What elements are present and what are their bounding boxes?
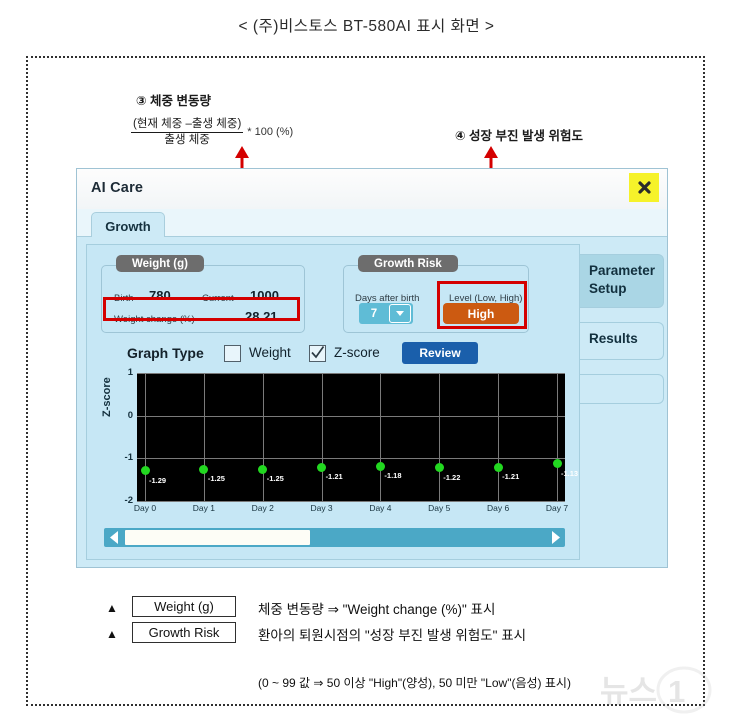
chart-point-label: -1.25 (207, 474, 225, 483)
chart-gridline-v (557, 373, 558, 501)
svg-text:1: 1 (668, 674, 685, 709)
zscore-chart: Z-score 1 0 -1 -2 -1.29 -1.25 -1.25 -1.21 -1.18… (101, 367, 578, 518)
legend-text-growth-risk: 환아의 퇴원시점의 "성장 부진 발생 위험도" 표시 (258, 628, 527, 643)
chart-xtick-label: Day 5 (428, 503, 451, 513)
legend-box-growth-risk: Growth Risk (132, 622, 236, 643)
formula-tail: * 100 (%) (247, 126, 294, 139)
chart-xtick-label: Day 4 (369, 503, 392, 513)
highlight-risk-level (437, 281, 527, 329)
days-after-birth-select[interactable]: 7 (359, 303, 413, 324)
formula-numerator: (현재 체중 –출생 체중) (131, 118, 244, 133)
chart-gridline-v (439, 373, 441, 501)
chart-horizontal-scrollbar[interactable] (104, 528, 565, 547)
tab-strip: Growth (77, 209, 667, 239)
chart-ytick-label: -2 (124, 495, 133, 506)
annotation-weight-change-title: ③ 체중 변동량 (136, 94, 212, 108)
graph-type-row: Graph Type Weight Z-score Review (87, 341, 579, 367)
chart-gridline-h (137, 501, 565, 502)
close-button[interactable] (629, 173, 659, 202)
figure-caption: < (주)비스토스 BT-580AI 표시 화면 > (238, 18, 495, 35)
window-titlebar: AI Care (77, 169, 667, 210)
chart-gridline-v (380, 373, 382, 501)
legend-notes: ▲ Weight (g) 체중 변동량 ⇒ "Weight change (%)… (106, 596, 676, 690)
sidetab-extra[interactable] (580, 374, 664, 404)
legend-box-weight: Weight (g) (132, 596, 236, 617)
annotation-weight-change-formula: (현재 체중 –출생 체중) 출생 체중 * 100 (%) (131, 118, 293, 147)
checkbox-weight[interactable] (224, 345, 241, 362)
chart-xtick-label: Day 6 (487, 503, 510, 513)
highlight-weight-change (103, 297, 300, 321)
chart-point-label: -1.29 (149, 475, 167, 485)
chart-point-label: -1.21 (502, 472, 520, 482)
triangle-left-icon[interactable] (104, 528, 124, 547)
news-watermark: 뉴스 1 (596, 666, 716, 714)
chart-data-point (434, 463, 444, 473)
chart-xtick-label: Day 3 (310, 503, 333, 513)
triangle-marker-icon: ▲ (106, 601, 118, 615)
chart-ytick-label: -1 (124, 452, 133, 464)
chart-gridline-v (321, 373, 323, 501)
check-icon (311, 346, 325, 359)
chart-data-point (199, 464, 209, 474)
annotation-growth-risk-title: ④ 성장 부진 발생 위험도 (455, 129, 583, 143)
formula-denominator: 출생 체중 (164, 133, 210, 146)
close-x-icon (637, 181, 651, 194)
chevron-down-icon[interactable] (389, 304, 411, 323)
ai-care-window: AI Care Growth Weight (g) Birth 780 Curr… (76, 168, 668, 568)
legend-row-growth-risk: ▲ Growth Risk 환아의 퇴원시점의 "성장 부진 발생 위험도" 표… (106, 622, 676, 690)
chart-xtick-label: Day 1 (192, 503, 215, 513)
graph-type-label: Graph Type (127, 345, 204, 361)
triangle-right-icon[interactable] (545, 528, 565, 547)
legend-row-weight: ▲ Weight (g) 체중 변동량 ⇒ "Weight change (%)… (106, 596, 676, 622)
scrollbar-thumb[interactable] (125, 530, 310, 545)
chart-gridline-h (137, 373, 565, 374)
chart-data-point (552, 459, 562, 469)
chart-ylabel: Z-score (101, 377, 113, 417)
chart-gridline-h (137, 415, 565, 417)
growth-panel: Weight (g) Birth 780 Current 1000 Weight… (86, 244, 580, 560)
chart-gridline-v (203, 373, 205, 501)
chart-gridline-v (145, 373, 146, 501)
sidetab-parameter-setup[interactable]: Parameter Setup (580, 254, 664, 308)
chart-data-point (493, 462, 503, 472)
checkbox-zscore-label: Z-score (334, 345, 380, 360)
chart-data-point (317, 462, 327, 472)
window-body: Weight (g) Birth 780 Current 1000 Weight… (77, 237, 667, 567)
chart-xtick-label: Day 2 (251, 503, 274, 513)
tab-growth[interactable]: Growth (91, 212, 165, 239)
side-tab-group: Parameter Setup Results (580, 244, 664, 560)
legend-subtext-growth-risk: (0 ~ 99 값 ⇒ 50 이상 "High"(양성), 50 미만 "Low… (258, 676, 571, 690)
chart-plot-area: -1.29 -1.25 -1.25 -1.21 -1.18 -1.22 -1.21 -1.13 (137, 373, 578, 502)
svg-text:뉴스: 뉴스 (600, 674, 657, 709)
chart-gridline-h (137, 458, 565, 460)
chart-point-label: -1.18 (384, 471, 402, 480)
window-title: AI Care (91, 180, 144, 196)
chart-point-label: -1.25 (266, 474, 284, 483)
chart-ytick-label: 0 (127, 409, 133, 421)
triangle-marker-icon: ▲ (106, 627, 118, 641)
chart-data-point (375, 461, 385, 471)
checkbox-zscore[interactable] (309, 345, 326, 362)
chart-point-label: -1.22 (443, 472, 461, 482)
chart-gridline-v (262, 373, 264, 501)
chart-point-label: -1.21 (325, 472, 343, 482)
weight-group-legend: Weight (g) (116, 255, 204, 272)
chart-data-point (258, 464, 268, 474)
chart-xtick-label: Day 0 (133, 503, 157, 513)
chart-point-label: -1.13 (561, 468, 579, 478)
chart-gridline-v (498, 373, 500, 501)
growth-risk-group-legend: Growth Risk (358, 255, 458, 272)
chart-xtick-label: Day 7 (545, 503, 569, 513)
chart-data-point (140, 466, 150, 476)
chart-ytick-label: 1 (127, 367, 133, 378)
legend-text-weight: 체중 변동량 ⇒ "Weight change (%)" 표시 (258, 602, 496, 617)
sidetab-results[interactable]: Results (580, 322, 664, 360)
review-button[interactable]: Review (402, 342, 478, 364)
days-after-birth-value: 7 (370, 307, 378, 320)
checkbox-weight-label: Weight (249, 345, 291, 360)
